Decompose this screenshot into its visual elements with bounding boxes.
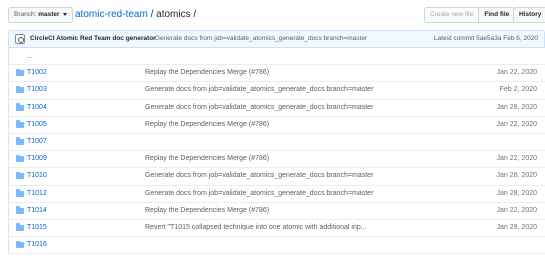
folder-icon <box>16 189 24 197</box>
repo-toolbar: Branch: master atomic-red-team / atomics… <box>0 0 545 28</box>
folder-icon <box>16 103 24 111</box>
history-group: History <box>513 7 545 23</box>
file-row[interactable]: T1007 <box>9 134 545 152</box>
folder-icon <box>16 120 24 128</box>
file-row[interactable]: T1002 Replay the Dependencies Merge (#786… <box>9 65 545 83</box>
commit-message-link[interactable]: Replay the Dependencies Merge (#786) <box>145 155 269 162</box>
file-row[interactable]: T1015 Revert "T1015 collapsed technique i… <box>9 220 545 238</box>
breadcrumb-trailing-separator: / <box>193 9 197 20</box>
directory-link[interactable]: T1010 <box>27 172 47 179</box>
file-actions-group: Create new file Find file <box>424 7 516 23</box>
file-row[interactable]: T1014 Replay the Dependencies Merge (#786… <box>9 203 545 220</box>
folder-icon <box>16 206 24 214</box>
find-file-button[interactable]: Find file <box>478 7 516 23</box>
commit-date: Jan 29, 2020 <box>496 223 537 231</box>
commit-date: Feb 2, 2020 <box>499 86 537 94</box>
branch-name: master <box>38 11 60 18</box>
commit-date: Jan 22, 2020 <box>496 69 537 77</box>
directory-link[interactable]: T1004 <box>27 104 47 111</box>
parent-directory-row[interactable]: .. <box>9 48 545 66</box>
commit-message-link[interactable]: Generate docs from job=validate_atomics_… <box>145 104 373 111</box>
file-row[interactable]: T1004 Generate docs from job=validate_ato… <box>9 100 545 117</box>
commit-date: Jan 22, 2020 <box>496 206 537 214</box>
commit-date: Jan 28, 2020 <box>496 189 537 197</box>
commit-date: Jan 28, 2020 <box>496 103 537 111</box>
commit-author[interactable]: CircleCI Atomic Red Team doc generator <box>30 35 156 42</box>
directory-link[interactable]: T1003 <box>27 86 47 93</box>
commit-message-link[interactable]: Generate docs from job=validate_atomics_… <box>145 172 373 179</box>
branch-select-button[interactable]: Branch: master <box>8 7 74 23</box>
directory-link[interactable]: T1005 <box>27 121 47 128</box>
commit-message-link[interactable]: Replay the Dependencies Merge (#786) <box>145 121 269 128</box>
folder-icon <box>16 223 24 231</box>
breadcrumb: atomic-red-team / atomics / <box>75 8 196 22</box>
directory-link[interactable]: T1009 <box>27 155 47 162</box>
breadcrumb-current-dir: atomics <box>156 9 191 20</box>
commit-message-link[interactable]: Replay the Dependencies Merge (#786) <box>145 69 269 76</box>
commit-message-link[interactable]: Generate docs from job=validate_atomics_… <box>145 86 373 93</box>
commit-message-link[interactable]: Replay the Dependencies Merge (#786) <box>145 207 269 214</box>
avatar[interactable] <box>15 34 25 44</box>
folder-icon <box>16 154 24 163</box>
file-row[interactable]: T1010 Generate docs from job=validate_ato… <box>9 168 545 186</box>
directory-link[interactable]: T1015 <box>27 224 47 231</box>
caret-down-icon <box>63 12 68 16</box>
directory-link[interactable]: T1014 <box>27 207 47 214</box>
folder-icon <box>16 68 24 77</box>
breadcrumb-separator: / <box>150 9 154 20</box>
commit-date: Jan 22, 2020 <box>496 155 537 163</box>
directory-link[interactable]: T1012 <box>27 190 47 197</box>
commit-date: Jan 22, 2020 <box>496 120 537 128</box>
file-row[interactable]: T1012 Generate docs from job=validate_ato… <box>9 186 545 203</box>
file-row[interactable]: T1009 Replay the Dependencies Merge (#786… <box>9 151 545 169</box>
create-new-file-button[interactable]: Create new file <box>424 7 480 23</box>
commit-message-link[interactable]: Generate docs from job=validate_atomics_… <box>145 190 373 197</box>
folder-icon <box>16 240 24 249</box>
folder-icon <box>16 171 24 180</box>
latest-commit-bar: CircleCI Atomic Red Team doc generator G… <box>8 30 545 48</box>
history-button[interactable]: History <box>513 7 545 23</box>
latest-commit-info[interactable]: Latest commit 5ae5a3a Feb 6, 2020 <box>434 35 538 42</box>
breadcrumb-repo-link[interactable]: atomic-red-team <box>75 9 148 20</box>
folder-icon <box>16 85 24 94</box>
commit-message[interactable]: Generate docs from job=validate_atomics_… <box>155 35 367 42</box>
file-row[interactable]: T1016 <box>9 237 545 255</box>
directory-link[interactable]: T1007 <box>27 138 47 145</box>
file-row[interactable]: T1005 Replay the Dependencies Merge (#786… <box>9 117 545 134</box>
commit-date: Jan 28, 2020 <box>496 172 537 180</box>
branch-prefix: Branch: <box>14 11 37 18</box>
file-row[interactable]: T1003 Generate docs from job=validate_ato… <box>9 82 545 100</box>
parent-directory-link[interactable]: .. <box>27 51 31 60</box>
folder-icon <box>16 137 24 145</box>
directory-link[interactable]: T1016 <box>27 241 47 248</box>
commit-message-link[interactable]: Revert "T1015 collapsed technique into o… <box>145 224 367 231</box>
directory-link[interactable]: T1002 <box>27 69 47 76</box>
file-list: .. T1002 Replay the Dependencies Merge (#… <box>8 48 545 255</box>
